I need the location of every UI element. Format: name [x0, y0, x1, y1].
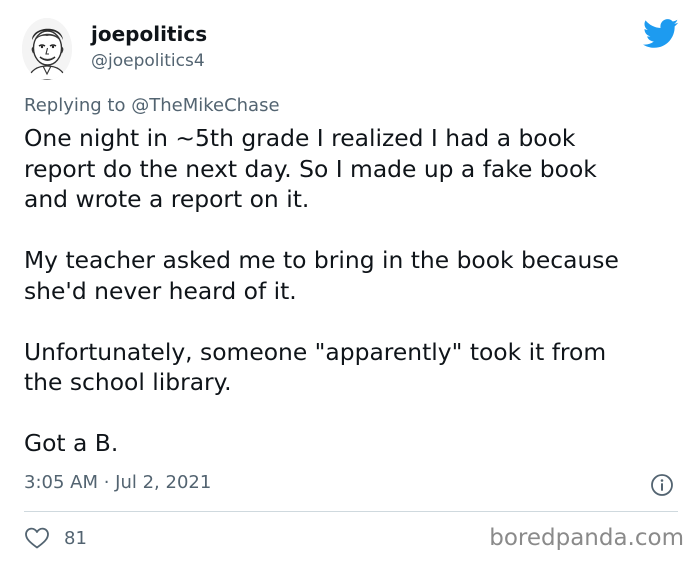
heart-outline-svg: [25, 527, 49, 549]
info-circle-svg: [651, 474, 673, 496]
avatar[interactable]: [22, 18, 72, 80]
tweet-body: One night in ~5th grade I realized I had…: [24, 123, 684, 459]
tweet-timestamp[interactable]: 3:05 AM · Jul 2, 2021: [24, 472, 211, 493]
body-line: One night in ~5th grade I realized I had…: [24, 124, 576, 152]
replying-to-line: Replying to @TheMikeChase: [24, 95, 280, 116]
twitter-logo-svg: [643, 19, 679, 48]
body-line: the school library.: [24, 368, 232, 396]
avatar-sketch-icon: [22, 18, 72, 80]
body-line: Unfortunately, someone "apparently" took…: [24, 337, 607, 366]
author-display-name[interactable]: joepolitics: [91, 22, 207, 46]
body-line: and wrote a report on it.: [24, 185, 310, 213]
divider: [24, 511, 678, 512]
replying-to-label: Replying to: [24, 95, 126, 116]
like-count: 81: [64, 527, 87, 549]
info-icon[interactable]: [650, 473, 674, 497]
body-line: Got a B.: [24, 429, 119, 457]
body-line: report do the next day. So I made up a f…: [24, 154, 597, 183]
like-button[interactable]: 81: [24, 524, 87, 552]
heart-icon[interactable]: [24, 526, 50, 550]
tweet-card: joepolitics @joepolitics4 Replying to @T…: [0, 0, 700, 563]
watermark-boredpanda: boredpanda.com: [489, 525, 684, 551]
reply-mention-link[interactable]: @TheMikeChase: [131, 95, 279, 116]
body-line: My teacher asked me to bring in the book…: [24, 246, 619, 274]
twitter-bird-icon[interactable]: [643, 18, 679, 50]
author-handle[interactable]: @joepolitics4: [91, 51, 205, 71]
body-line: she'd never heard of it.: [24, 276, 297, 305]
